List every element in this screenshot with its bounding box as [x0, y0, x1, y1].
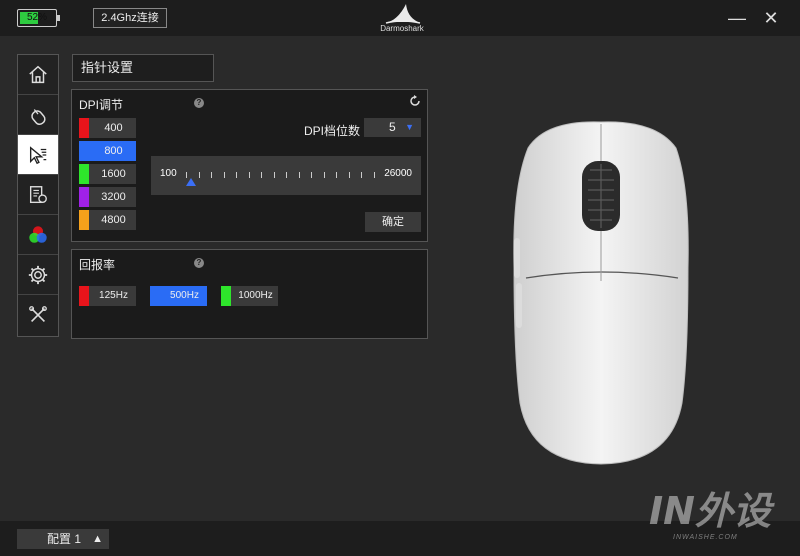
dpi-level-color-swatch: [79, 164, 89, 184]
connection-status: 2.4Ghz连接: [93, 8, 167, 28]
reset-icon[interactable]: [409, 95, 421, 107]
polling-rate-value: 500Hz: [170, 290, 199, 301]
sidebar-item-buttons[interactable]: [18, 95, 58, 135]
pointer-settings-icon: [29, 145, 47, 164]
close-button[interactable]: ✕: [761, 8, 781, 28]
home-icon: [29, 65, 47, 83]
slider-tick: [261, 172, 263, 178]
brand-name: Darmoshark: [380, 24, 424, 33]
dpi-levels-count-label: DPI档位数: [304, 124, 361, 138]
dpi-slider-min: 100: [160, 168, 177, 179]
dpi-level-value: 800: [104, 145, 123, 157]
watermark: IN外设 INWAISHE.COM: [645, 484, 785, 546]
minimize-button[interactable]: —: [727, 8, 747, 28]
page-title: 指针设置: [72, 54, 214, 82]
slider-tick: [323, 172, 325, 178]
dpi-level-5[interactable]: 4800: [79, 210, 136, 230]
tools-icon: [29, 306, 47, 323]
slider-tick: [198, 172, 200, 178]
profile-selector[interactable]: 配置 1 ▲: [17, 529, 109, 549]
dpi-slider-thumb[interactable]: [186, 178, 197, 186]
polling-rate-panel: 回报率 ? 125Hz 500Hz 1000Hz: [71, 249, 428, 339]
polling-rate-help-icon[interactable]: ?: [194, 258, 204, 268]
slider-tick: [348, 172, 350, 178]
sidebar-item-home[interactable]: [18, 55, 58, 95]
slider-tick: [361, 172, 363, 178]
dpi-level-color-swatch: [79, 187, 89, 207]
dpi-level-1[interactable]: 400: [79, 118, 136, 138]
slider-tick: [374, 172, 375, 178]
rgb-lighting-icon: [29, 225, 47, 243]
dpi-level-color-swatch: [79, 210, 89, 230]
sidebar-item-macro[interactable]: [18, 175, 58, 215]
slider-tick: [248, 172, 250, 178]
dpi-level-4[interactable]: 3200: [79, 187, 136, 207]
macro-icon: [29, 185, 47, 203]
sidebar-item-lighting[interactable]: [18, 215, 58, 255]
dpi-level-3[interactable]: 1600: [79, 164, 136, 184]
chevron-up-icon: ▲: [92, 533, 103, 545]
dpi-level-value: 3200: [101, 191, 126, 203]
dpi-level-color-swatch: [79, 141, 89, 161]
polling-rate-color-swatch: [221, 286, 231, 306]
slider-tick: [311, 172, 313, 178]
sidebar-item-settings[interactable]: [18, 255, 58, 295]
gear-icon: [28, 265, 48, 284]
watermark-text: IN外设: [649, 489, 775, 533]
battery-indicator: 52%: [17, 9, 60, 27]
watermark-logo: IN外设: [649, 489, 775, 533]
profile-label: 配置 1: [47, 532, 82, 546]
mouse-icon: [31, 108, 46, 125]
slider-tick: [211, 172, 213, 178]
dpi-level-value: 400: [104, 122, 123, 134]
dpi-level-value: 4800: [101, 214, 126, 226]
slider-tick: [298, 172, 300, 178]
slider-tick: [336, 172, 338, 178]
confirm-button[interactable]: 确定: [365, 212, 421, 232]
sidebar: [17, 54, 59, 337]
chevron-down-icon: ▼: [405, 122, 414, 132]
polling-rate-value: 125Hz: [99, 290, 128, 301]
polling-rate-color-swatch: [150, 286, 160, 306]
dpi-levels-count-value: 5: [389, 120, 396, 134]
polling-rate-option-1000hz[interactable]: 1000Hz: [221, 286, 278, 306]
shark-fin-icon: [385, 4, 421, 24]
dpi-level-color-swatch: [79, 118, 89, 138]
polling-rate-option-500hz[interactable]: 500Hz: [150, 286, 207, 306]
polling-rate-color-swatch: [79, 286, 89, 306]
battery-tip: [57, 15, 60, 21]
polling-rate-title: 回报率: [79, 258, 116, 272]
title-bar: 52% 2.4Ghz连接 Darmoshark — ✕: [0, 0, 800, 36]
mouse-product-image: [513, 121, 689, 465]
slider-tick: [223, 172, 225, 178]
dpi-levels-count-dropdown[interactable]: 5 ▼: [364, 118, 421, 137]
dpi-slider[interactable]: 100 26000: [151, 156, 421, 195]
battery-percent: 52%: [26, 12, 47, 23]
dpi-panel: DPI调节 ? 400 800 1600 3200 4800 DPI档位数 5 ▼ 10…: [71, 89, 428, 242]
slider-tick: [273, 172, 275, 178]
sidebar-item-tools[interactable]: [18, 295, 58, 335]
slider-tick: [286, 172, 288, 178]
polling-rate-value: 1000Hz: [238, 290, 273, 301]
dpi-level-2[interactable]: 800: [79, 141, 136, 161]
slider-tick: [236, 172, 238, 178]
brand-logo: Darmoshark: [370, 2, 434, 36]
sidebar-item-pointer[interactable]: [18, 135, 58, 175]
dpi-help-icon[interactable]: ?: [194, 98, 204, 108]
dpi-panel-title: DPI调节: [79, 98, 124, 112]
dpi-level-value: 1600: [101, 168, 126, 180]
polling-rate-option-125hz[interactable]: 125Hz: [79, 286, 136, 306]
dpi-slider-max: 26000: [384, 168, 412, 179]
watermark-sub: INWAISHE.COM: [673, 534, 738, 541]
dpi-slider-ticks: [186, 172, 375, 178]
